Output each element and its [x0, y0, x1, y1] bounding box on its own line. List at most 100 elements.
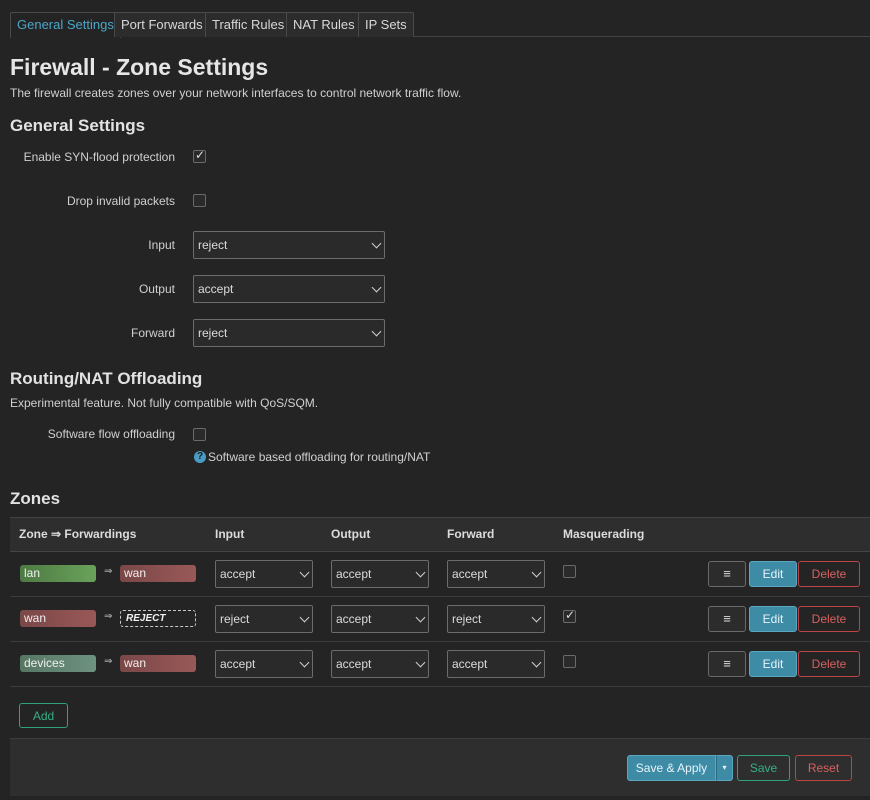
edit-button[interactable]: Edit [749, 606, 797, 632]
chevron-down-icon [371, 238, 382, 249]
menu-icon: ≡ [723, 656, 731, 671]
drag-handle-button[interactable]: ≡ [708, 651, 746, 677]
zone-input-select[interactable]: accept [215, 560, 313, 588]
syn-flood-label: Enable SYN-flood protection [23, 150, 175, 164]
zone-badge-lan: lan [20, 565, 96, 582]
col-input: Input [215, 527, 245, 541]
chevron-down-icon [371, 326, 382, 337]
zone-input-select[interactable]: reject [215, 605, 313, 633]
general-settings-heading: General Settings [10, 116, 146, 135]
table-row: lan ⇒ wan accept accept accept ≡ Edit De… [10, 552, 870, 597]
offloading-heading: Routing/NAT Offloading [10, 369, 203, 388]
save-button[interactable]: Save [737, 755, 790, 781]
forward-arrow-icon: ⇒ [104, 656, 113, 667]
tab-ip-sets[interactable]: IP Sets [358, 12, 414, 37]
zones-heading: Zones [10, 489, 61, 508]
menu-icon: ≡ [723, 566, 731, 581]
forward-target-reject: REJECT [120, 610, 196, 627]
zone-output-select[interactable]: accept [331, 605, 429, 633]
zone-forward-select[interactable]: reject [447, 605, 545, 633]
col-forward: Forward [447, 527, 495, 541]
software-flow-label: Software flow offloading [47, 427, 175, 441]
zone-forward-value: reject [452, 612, 482, 626]
checkmark-icon: ✓ [195, 148, 206, 162]
forward-arrow-icon: ⇒ [104, 566, 113, 577]
form-actions-bar: Save & Apply ▾ Save Reset [10, 738, 870, 796]
chevron-down-icon [371, 282, 382, 293]
chevron-down-icon [299, 612, 310, 623]
chevron-down-icon [531, 612, 542, 623]
output-policy-value: accept [198, 282, 234, 296]
forward-policy-value: reject [198, 326, 228, 340]
chevron-down-icon [415, 657, 426, 668]
edit-button[interactable]: Edit [749, 651, 797, 677]
chevron-down-icon [299, 657, 310, 668]
syn-flood-checkbox[interactable]: ✓ [193, 148, 206, 163]
save-apply-dropdown-toggle[interactable]: ▾ [716, 755, 733, 781]
delete-button[interactable]: Delete [798, 651, 860, 677]
table-row: wan ⇒ REJECT reject accept reject ✓ ≡ Ed… [10, 597, 870, 642]
forward-target-wan: wan [120, 565, 196, 582]
zone-forward-select[interactable]: accept [447, 650, 545, 678]
caret-down-icon: ▾ [722, 763, 727, 772]
drop-invalid-label: Drop invalid packets [66, 194, 175, 208]
masquerading-checkbox[interactable]: ✓ [563, 608, 576, 623]
tab-bar: General Settings Port Forwards Traffic R… [10, 12, 870, 38]
zone-output-value: accept [336, 657, 372, 671]
question-circle-icon: ? [194, 451, 206, 463]
input-policy-label: Input [148, 238, 175, 252]
zone-output-value: accept [336, 567, 372, 581]
forward-policy-label: Forward [130, 326, 175, 340]
zone-output-value: accept [336, 612, 372, 626]
delete-button[interactable]: Delete [798, 561, 860, 587]
tab-traffic-rules[interactable]: Traffic Rules [205, 12, 292, 37]
masquerading-checkbox[interactable] [563, 655, 576, 668]
tab-nat-rules[interactable]: NAT Rules [286, 12, 362, 37]
col-zone-forwardings: Zone ⇒ Forwardings [19, 527, 137, 541]
input-policy-select[interactable]: reject [193, 231, 385, 259]
software-flow-help: Software based offloading for routing/NA… [208, 450, 431, 464]
drag-handle-button[interactable]: ≡ [708, 561, 746, 587]
zone-input-value: accept [220, 657, 256, 671]
zone-forward-select[interactable]: accept [447, 560, 545, 588]
col-output: Output [331, 527, 371, 541]
zone-input-value: accept [220, 567, 256, 581]
drag-handle-button[interactable]: ≡ [708, 606, 746, 632]
masquerading-checkbox[interactable] [563, 565, 576, 578]
save-apply-button[interactable]: Save & Apply [627, 755, 716, 781]
zone-forward-value: accept [452, 567, 488, 581]
chevron-down-icon [531, 567, 542, 578]
chevron-down-icon [299, 567, 310, 578]
zone-forward-value: accept [452, 657, 488, 671]
table-row: devices ⇒ wan accept accept accept ≡ Edi… [10, 642, 870, 687]
zone-input-select[interactable]: accept [215, 650, 313, 678]
add-zone-button[interactable]: Add [19, 703, 68, 728]
zone-output-select[interactable]: accept [331, 650, 429, 678]
input-policy-value: reject [198, 238, 228, 252]
output-policy-select[interactable]: accept [193, 275, 385, 303]
chevron-down-icon [531, 657, 542, 668]
forward-policy-select[interactable]: reject [193, 319, 385, 347]
checkmark-icon: ✓ [565, 608, 576, 622]
zones-table-header: Zone ⇒ Forwardings Input Output Forward … [10, 517, 870, 552]
forward-target-wan: wan [120, 655, 196, 672]
zone-input-value: reject [220, 612, 250, 626]
chevron-down-icon [415, 612, 426, 623]
software-flow-checkbox[interactable] [193, 428, 206, 441]
col-masquerading: Masquerading [563, 527, 645, 541]
zone-badge-wan: wan [20, 610, 96, 627]
tab-general-settings[interactable]: General Settings [10, 12, 121, 38]
menu-icon: ≡ [723, 611, 731, 626]
chevron-down-icon [415, 567, 426, 578]
page-title: Firewall - Zone Settings [10, 54, 269, 80]
drop-invalid-checkbox[interactable] [193, 194, 206, 207]
reset-button[interactable]: Reset [795, 755, 852, 781]
forward-arrow-icon: ⇒ [104, 611, 113, 622]
tab-port-forwards[interactable]: Port Forwards [114, 12, 210, 37]
zone-badge-devices: devices [20, 655, 96, 672]
delete-button[interactable]: Delete [798, 606, 860, 632]
edit-button[interactable]: Edit [749, 561, 797, 587]
zone-output-select[interactable]: accept [331, 560, 429, 588]
output-policy-label: Output [138, 282, 175, 296]
offloading-description: Experimental feature. Not fully compatib… [10, 396, 319, 410]
